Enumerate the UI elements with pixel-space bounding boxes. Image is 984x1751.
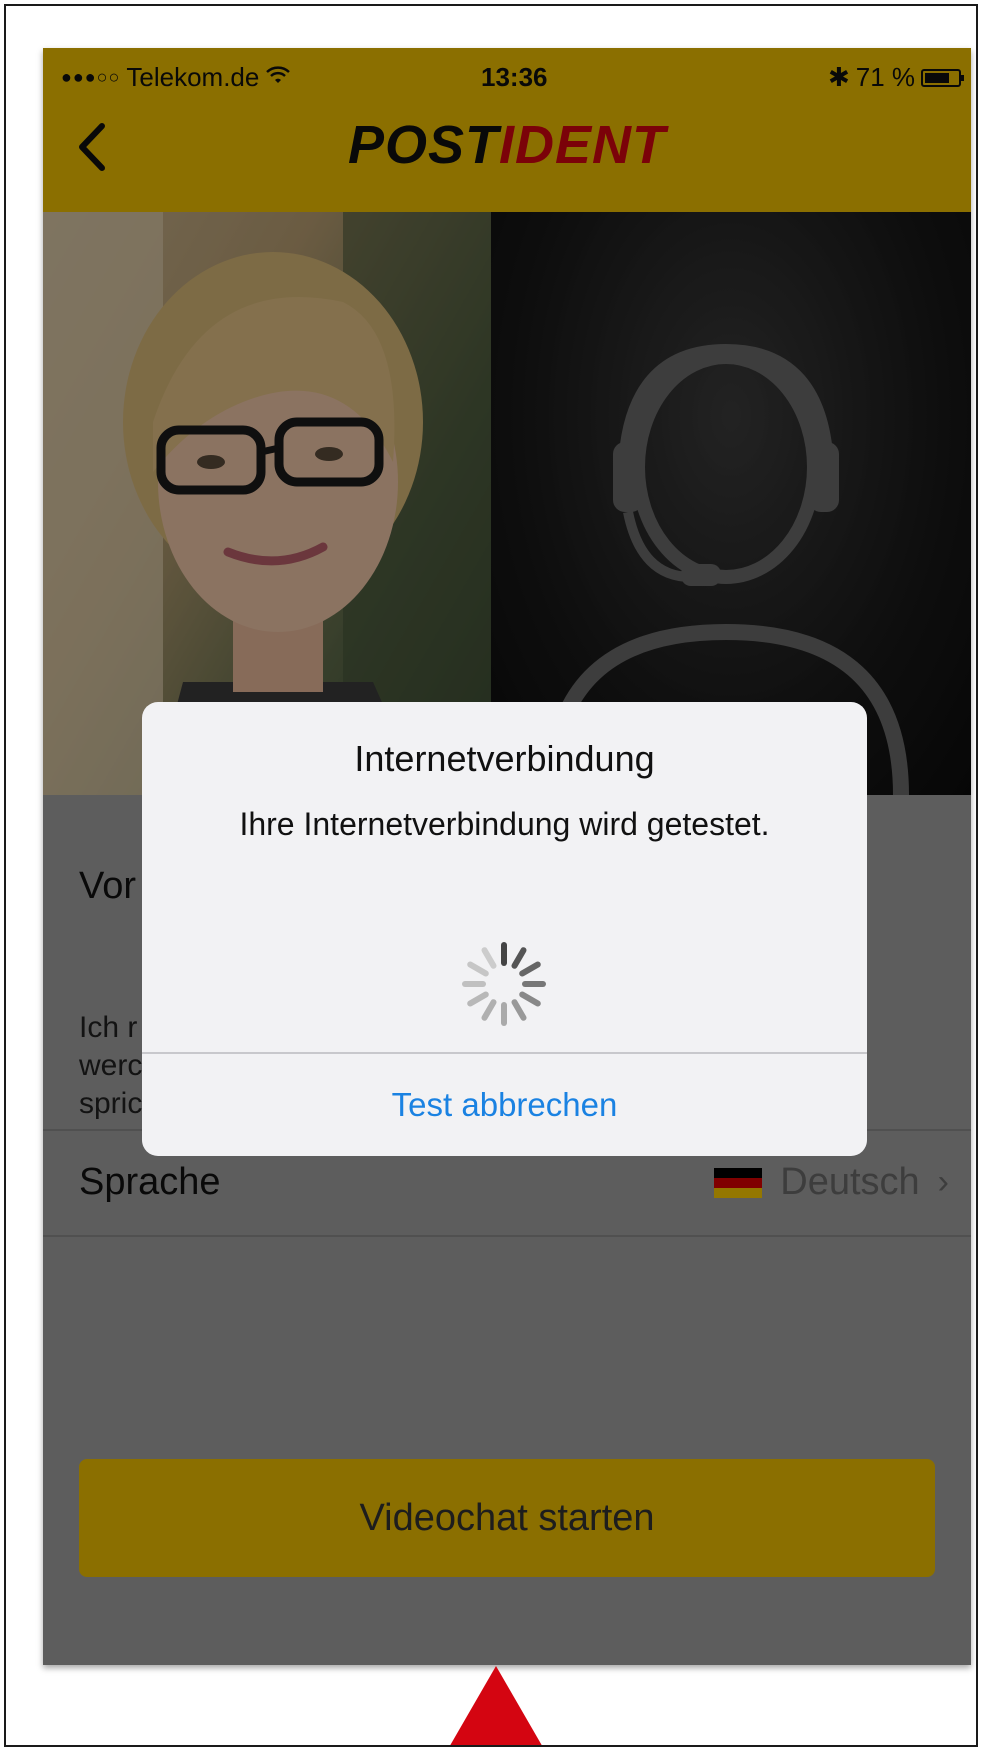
loading-spinner-icon	[462, 942, 546, 1026]
phone-screen: ●●●○○ Telekom.de 13:36 ✱ 71 % POSTIDENT …	[43, 48, 971, 1665]
connection-test-alert: Internetverbindung Ihre Internetverbindu…	[142, 702, 867, 1156]
alert-message: Ihre Internetverbindung wird getestet.	[239, 806, 770, 842]
alert-title: Internetverbindung	[354, 738, 655, 779]
cancel-test-button[interactable]: Test abbrechen	[142, 1054, 867, 1156]
screenshot-frame: ●●●○○ Telekom.de 13:36 ✱ 71 % POSTIDENT …	[4, 4, 978, 1747]
red-arrow-icon	[444, 1666, 548, 1745]
